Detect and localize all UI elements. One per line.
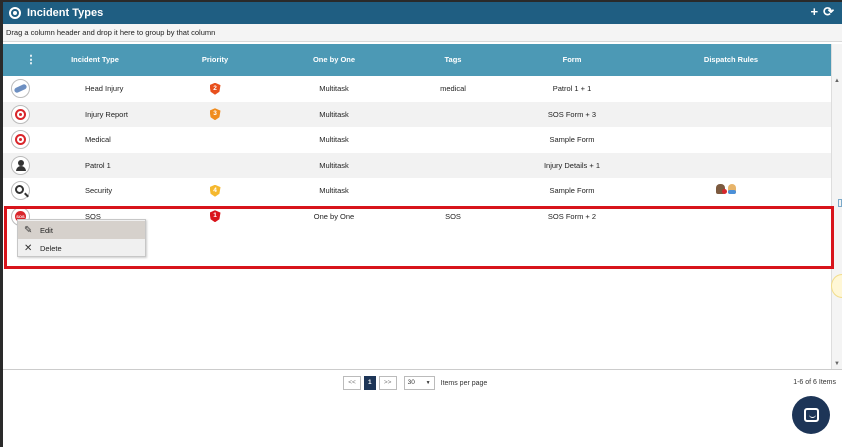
form-cell: Patrol 1 + 1 [552,84,592,93]
dispatch-rules-icons [716,184,736,194]
first-page-button[interactable]: << [343,376,361,390]
column-menu-icon[interactable]: ⋮ [21,44,41,76]
delete-label: Delete [40,243,62,253]
table-row[interactable]: Security 4 Multitask Sample Form [3,178,831,204]
group-by-drop-area[interactable]: Drag a column header and drop it here to… [3,24,842,42]
table-row[interactable]: Patrol 1 Multitask Injury Details + 1 [3,152,831,179]
delete-menu-item[interactable]: ✕ Delete [18,239,145,257]
scroll-up-icon[interactable]: ▲ [834,78,840,84]
pager: << 1 >> 30 Items per page [343,376,487,390]
incident-type-cell: Patrol 1 [85,160,111,170]
tags-cell [413,102,493,128]
chat-icon [803,408,819,422]
bandage-icon [11,79,30,98]
page-title: Incident Types [27,7,104,19]
edit-menu-item[interactable]: ✎ Edit [18,221,145,239]
table-row[interactable]: Head Injury 2 Multitask medical Patrol 1… [3,76,831,102]
form-cell: SOS Form + 3 [547,109,597,119]
incident-type-cell: Medical [85,135,111,144]
dispatcher-group-icon [716,184,727,194]
tags-cell: medical [440,84,466,93]
incident-types-icon [9,7,21,19]
last-page-button[interactable]: >> [378,376,397,390]
items-count: 1-6 of 6 Items [793,379,836,386]
panel-edge-marker [838,199,842,207]
mode-cell: Multitask [319,109,349,119]
edit-label: Edit [40,225,53,235]
tags-cell [413,127,493,153]
column-header-tags[interactable]: Tags [413,44,493,76]
items-per-page-label: Items per page [440,379,488,387]
plus-icon[interactable]: + [811,5,819,19]
mode-cell: Multitask [319,84,349,93]
context-menu: ✎ Edit ✕ Delete [17,219,146,257]
target-icon [11,130,30,149]
form-cell: Injury Details + 1 [543,160,601,170]
dispatcher-user-icon [728,184,736,194]
mode-cell: Multitask [319,135,349,144]
column-header-form[interactable]: Form [532,44,612,76]
column-header-priority[interactable]: Priority [175,44,255,76]
refresh-icon[interactable]: ⟳ [823,5,834,19]
priority-badge: 2 [209,82,221,95]
table-header: ⋮ Incident Type Priority One by One Tags… [3,44,831,76]
table-row[interactable]: Injury Report 3 Multitask SOS Form + 3 [3,101,831,128]
incident-type-cell: Injury Report [85,109,128,119]
pencil-icon: ✎ [24,224,33,236]
table-row[interactable]: Medical Multitask Sample Form [3,127,831,153]
person-icon [11,155,30,175]
target-icon [11,104,30,124]
mode-cell: Multitask [319,186,349,195]
priority-badge: 3 [209,108,221,121]
tags-cell [413,178,493,204]
magnifier-icon [11,181,30,200]
column-header-incident-type[interactable]: Incident Type [55,44,135,76]
priority-badge: 4 [209,184,221,197]
column-header-one-by-one[interactable]: One by One [294,44,374,76]
form-cell: Sample Form [549,135,595,144]
current-page-button[interactable]: 1 [364,376,376,390]
x-icon: ✕ [24,242,33,254]
column-header-dispatch-rules[interactable]: Dispatch Rules [691,44,771,76]
incident-type-cell: Security [85,186,113,195]
incident-type-cell: Head Injury [85,84,124,93]
mode-cell: Multitask [319,160,349,170]
title-bar: Incident Types + ⟳ [3,2,842,24]
page-size-select[interactable]: 30 [403,376,435,390]
form-cell: Sample Form [549,186,595,195]
chat-launcher-button[interactable] [792,396,830,434]
tags-cell [413,153,493,179]
scroll-down-icon[interactable]: ▼ [834,361,840,367]
grid-footer: << 1 >> 30 Items per page 1-6 of 6 Items [3,370,842,447]
